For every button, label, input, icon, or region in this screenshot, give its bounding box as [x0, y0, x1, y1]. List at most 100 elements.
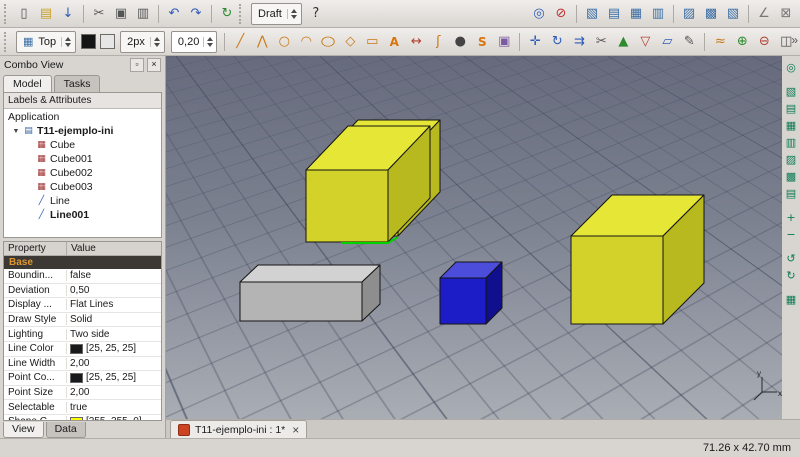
- application-root-label[interactable]: Application: [4, 109, 161, 124]
- rear-view-icon[interactable]: ▨: [679, 3, 699, 25]
- front-view-icon[interactable]: ▤: [604, 3, 624, 25]
- draft-add-point-icon[interactable]: ⊕: [732, 31, 752, 53]
- property-group-base[interactable]: Base: [4, 256, 161, 269]
- draft-rotate-icon[interactable]: ↻: [547, 31, 567, 53]
- draft-point-icon[interactable]: ●: [450, 31, 470, 53]
- left-view-icon[interactable]: ▧: [723, 3, 743, 25]
- zoom-out-icon[interactable]: −: [783, 227, 799, 242]
- refresh-icon[interactable]: ↻: [217, 3, 237, 25]
- draw-style-icon[interactable]: ⊘: [551, 3, 571, 25]
- measure-distance-icon[interactable]: ∠: [754, 3, 774, 25]
- close-panel-icon[interactable]: ×: [147, 58, 161, 72]
- draft-trimex-icon[interactable]: ✂: [591, 31, 611, 53]
- draft-arc-icon[interactable]: ◠: [296, 31, 316, 53]
- tree-item[interactable]: ▦ Cube: [4, 138, 161, 152]
- draft-move-icon[interactable]: ✛: [525, 31, 545, 53]
- draft-polygon-icon[interactable]: ◇: [340, 31, 360, 53]
- copy-icon[interactable]: ▣: [111, 3, 131, 25]
- gray-box-solid[interactable]: [240, 265, 380, 321]
- draft-dimension-icon[interactable]: ↔: [406, 31, 426, 53]
- blue-cube-front-face[interactable]: [440, 278, 486, 324]
- view-top-icon[interactable]: ▦: [783, 118, 799, 133]
- draft-offset-icon[interactable]: ⇉: [569, 31, 589, 53]
- redo-icon[interactable]: ↷: [186, 3, 206, 25]
- snap-dimension-input[interactable]: 0,20: [171, 31, 217, 53]
- tab-tasks[interactable]: Tasks: [54, 75, 101, 92]
- working-plane-selector[interactable]: ▦ Top: [16, 31, 76, 53]
- property-row[interactable]: Point Size 2,00: [4, 386, 161, 401]
- property-row[interactable]: Lighting Two side: [4, 327, 161, 342]
- right-view-icon[interactable]: ▥: [648, 3, 668, 25]
- view-left-icon[interactable]: ▤: [783, 186, 799, 201]
- paste-icon[interactable]: ▥: [133, 3, 153, 25]
- view-fit-all-icon[interactable]: ◎: [783, 60, 799, 75]
- draft-text-icon[interactable]: A: [384, 31, 404, 53]
- draft-facebinder-icon[interactable]: ▣: [494, 31, 514, 53]
- blue-cube-solid[interactable]: [440, 262, 502, 324]
- open-document-icon[interactable]: ▤: [36, 3, 56, 25]
- fit-all-icon[interactable]: ◎: [529, 3, 549, 25]
- toolbar-overflow-icon[interactable]: »: [791, 33, 798, 47]
- close-tab-icon[interactable]: ×: [292, 424, 299, 436]
- draft-delete-point-icon[interactable]: ⊖: [754, 31, 774, 53]
- draft-downgrade-icon[interactable]: ▽: [635, 31, 655, 53]
- bottom-view-icon[interactable]: ▩: [701, 3, 721, 25]
- zoom-in-icon[interactable]: +: [783, 210, 799, 225]
- isometric-view-icon[interactable]: ▧: [582, 3, 602, 25]
- top-view-icon[interactable]: ▦: [626, 3, 646, 25]
- expander-icon[interactable]: ▼: [12, 128, 20, 135]
- tree-item[interactable]: ╱ Line001: [4, 208, 161, 222]
- whats-this-icon[interactable]: ?: [306, 3, 326, 25]
- tab-view[interactable]: View: [3, 422, 44, 438]
- draft-polyline-icon[interactable]: ⋀: [252, 31, 272, 53]
- new-document-icon[interactable]: ▯: [14, 3, 34, 25]
- workbench-selector[interactable]: Draft: [251, 3, 302, 25]
- 3d-viewport[interactable]: y x: [166, 56, 782, 419]
- property-column-header[interactable]: Property: [4, 242, 67, 255]
- tree-item[interactable]: ▦ Cube003: [4, 180, 161, 194]
- property-row[interactable]: Deviation 0,50: [4, 284, 161, 299]
- yellow-cube-right-front-face[interactable]: [571, 236, 663, 324]
- line-width-selector[interactable]: 2px: [120, 31, 165, 53]
- view-rear-icon[interactable]: ▨: [783, 152, 799, 167]
- gray-box-front-face[interactable]: [240, 282, 362, 321]
- value-column-header[interactable]: Value: [67, 242, 100, 255]
- line-color-swatch[interactable]: [81, 34, 96, 49]
- yellow-cube-front-front-face[interactable]: [306, 170, 388, 242]
- rotate-left-icon[interactable]: ↺: [783, 251, 799, 266]
- cut-icon[interactable]: ✂: [89, 3, 109, 25]
- draft-scale-icon[interactable]: ▱: [657, 31, 677, 53]
- panel-titlebar[interactable]: Combo View ▫ ×: [0, 56, 165, 73]
- toolbar-handle[interactable]: [4, 4, 9, 24]
- tab-data[interactable]: Data: [46, 422, 86, 438]
- save-icon[interactable]: ↓: [58, 3, 78, 25]
- spinner-arrows-icon[interactable]: [203, 37, 213, 47]
- view-isometric-icon[interactable]: ▧: [783, 84, 799, 99]
- draft-wire-to-bspline-icon[interactable]: ≈: [710, 31, 730, 53]
- float-panel-icon[interactable]: ▫: [130, 58, 144, 72]
- toggle-grid-icon[interactable]: ▦: [783, 292, 799, 307]
- draft-circle-icon[interactable]: ○: [274, 31, 294, 53]
- document-tab[interactable]: T11-ejemplo-ini : 1* ×: [170, 420, 307, 438]
- tree-item[interactable]: ╱ Line: [4, 194, 161, 208]
- tree-column-header[interactable]: Labels & Attributes: [4, 93, 161, 109]
- view-right-icon[interactable]: ▥: [783, 135, 799, 150]
- draft-bspline-icon[interactable]: ʃ: [428, 31, 448, 53]
- draft-rectangle-icon[interactable]: ▭: [362, 31, 382, 53]
- undo-icon[interactable]: ↶: [164, 3, 184, 25]
- rotate-right-icon[interactable]: ↻: [783, 268, 799, 283]
- property-row[interactable]: Line Color [25, 25, 25]: [4, 342, 161, 357]
- draft-shapestring-icon[interactable]: S: [472, 31, 492, 53]
- property-row[interactable]: Line Width 2,00: [4, 357, 161, 372]
- property-row[interactable]: Point Co... [25, 25, 25]: [4, 371, 161, 386]
- property-row[interactable]: Selectable true: [4, 400, 161, 415]
- draft-line-icon[interactable]: ╱: [230, 31, 250, 53]
- yellow-cube-front-solid[interactable]: [306, 126, 430, 242]
- property-table-header[interactable]: Property Value: [4, 242, 161, 256]
- tree-item-document[interactable]: ▼ ▤ T11-ejemplo-ini: [4, 124, 161, 138]
- view-front-icon[interactable]: ▤: [783, 101, 799, 116]
- tree-item[interactable]: ▦ Cube001: [4, 152, 161, 166]
- property-row[interactable]: Boundin... false: [4, 269, 161, 284]
- toolbar-handle[interactable]: [4, 32, 9, 52]
- draft-edit-icon[interactable]: ✎: [679, 31, 699, 53]
